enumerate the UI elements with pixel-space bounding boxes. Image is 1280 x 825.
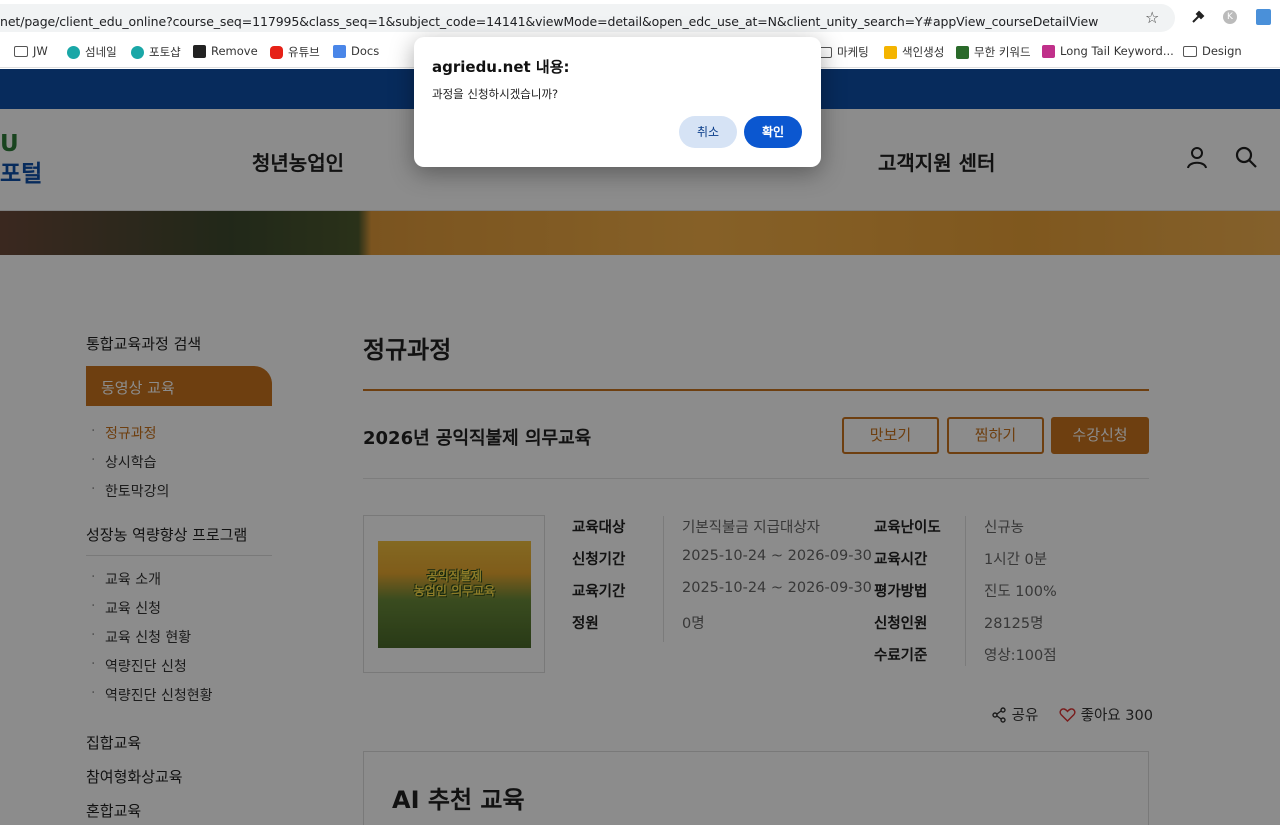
bookmark-remove[interactable]: Remove: [193, 44, 258, 58]
site-icon: [956, 45, 969, 59]
cancel-button[interactable]: 취소: [679, 116, 737, 148]
youtube-icon: [270, 45, 283, 59]
bookmark-marketing[interactable]: 마케팅: [818, 44, 869, 60]
docs-icon: [333, 44, 346, 58]
site-icon: [131, 45, 144, 59]
dialog-title: agriedu.net 내용:: [432, 58, 570, 76]
bookmark-photoshop[interactable]: 포토샵: [131, 44, 181, 60]
bookmark-thumbnail[interactable]: 섬네일: [67, 44, 117, 60]
profile-extension-icon[interactable]: K: [1223, 10, 1237, 24]
modal-overlay: [0, 69, 1280, 825]
bookmark-design[interactable]: Design: [1183, 44, 1242, 58]
folder-icon: [14, 45, 28, 57]
site-icon: [67, 45, 80, 59]
bookmark-index[interactable]: 색인생성: [884, 44, 944, 60]
bookmark-jw[interactable]: JW: [14, 44, 48, 58]
bookmark-youtube[interactable]: 유튜브: [270, 44, 320, 60]
confirm-button[interactable]: 확인: [744, 116, 802, 148]
folder-icon: [1183, 45, 1197, 57]
download-extension-icon[interactable]: [1256, 9, 1271, 25]
confirm-dialog: agriedu.net 내용: 과정을 신청하시겠습니까? 취소 확인: [414, 37, 821, 167]
bookmark-docs[interactable]: Docs: [333, 44, 379, 58]
bookmark-star-icon[interactable]: ☆: [1145, 8, 1159, 27]
site-icon: [1042, 44, 1055, 58]
dialog-message: 과정을 신청하시겠습니까?: [432, 87, 559, 101]
browser-toolbar: net/page/client_edu_online?course_seq=11…: [0, 0, 1280, 36]
bookmark-longtail[interactable]: Long Tail Keyword...: [1042, 44, 1174, 58]
url-text: net/page/client_edu_online?course_seq=11…: [0, 14, 1099, 29]
address-bar[interactable]: net/page/client_edu_online?course_seq=11…: [0, 4, 1175, 32]
analytics-icon: [884, 45, 897, 59]
site-icon: [193, 44, 206, 58]
bookmark-keyword[interactable]: 무한 키워드: [956, 44, 1031, 60]
eyedropper-extension-icon[interactable]: [1190, 9, 1206, 25]
